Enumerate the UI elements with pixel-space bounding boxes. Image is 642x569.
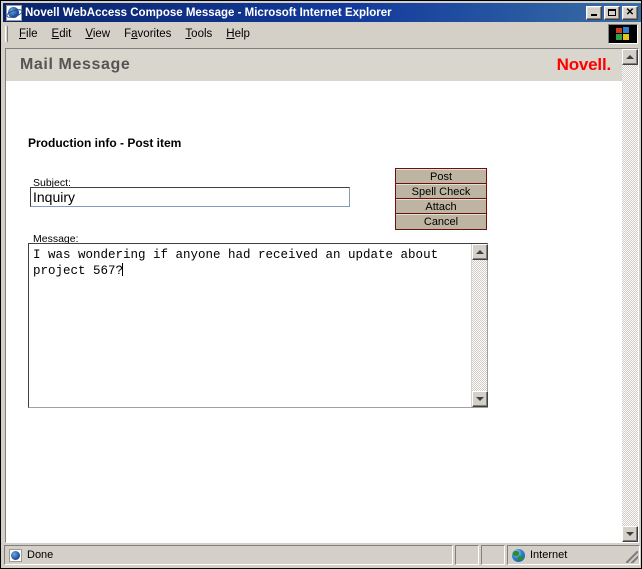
- minimize-button[interactable]: [586, 5, 602, 20]
- menu-bar: File Edit View Favorites Tools Help: [3, 23, 641, 45]
- close-button[interactable]: ✕: [622, 5, 638, 20]
- text-caret: [122, 263, 124, 276]
- title-bar: Novell WebAccess Compose Message - Micro…: [3, 3, 641, 22]
- browser-client-area: Mail Message Novell. Production info - P…: [5, 48, 639, 543]
- menu-item-favorites[interactable]: Favorites: [117, 26, 178, 42]
- action-button-group: Post Spell Check Attach Cancel: [395, 168, 487, 230]
- message-text-value: I was wondering if anyone had received a…: [33, 248, 446, 278]
- security-zone-panel[interactable]: Internet: [507, 545, 640, 565]
- status-panel-spacer-2: [481, 545, 505, 565]
- menu-items: File Edit View Favorites Tools Help: [12, 26, 608, 42]
- novell-logo: Novell.: [556, 55, 612, 74]
- page-title: Mail Message: [20, 56, 131, 73]
- arrow-up-icon: [626, 55, 634, 59]
- ie-logo-icon: [608, 24, 638, 44]
- page-scroll-down-button[interactable]: [622, 526, 638, 542]
- message-text-content[interactable]: I was wondering if anyone had received a…: [29, 244, 471, 407]
- message-textarea[interactable]: I was wondering if anyone had received a…: [28, 243, 488, 408]
- scroll-down-button[interactable]: [472, 391, 488, 407]
- status-text: Done: [27, 549, 54, 561]
- menu-item-view[interactable]: View: [78, 26, 117, 42]
- menu-item-help[interactable]: Help: [219, 26, 257, 42]
- page-scrollbar[interactable]: [622, 49, 638, 542]
- resize-grip[interactable]: [626, 551, 638, 563]
- section-heading: Production info - Post item: [28, 136, 182, 150]
- menu-item-file[interactable]: File: [12, 26, 45, 42]
- status-bar: Done Internet: [4, 545, 640, 565]
- ie-document-icon: [6, 4, 22, 21]
- arrow-up-icon: [476, 250, 484, 254]
- globe-icon: [512, 548, 525, 562]
- web-page: Mail Message Novell. Production info - P…: [6, 49, 623, 542]
- page-header-band: Mail Message Novell.: [6, 49, 623, 82]
- attach-button[interactable]: Attach: [396, 199, 486, 214]
- cancel-button[interactable]: Cancel: [396, 214, 486, 229]
- security-zone-text: Internet: [530, 549, 568, 561]
- spell-check-button[interactable]: Spell Check: [396, 184, 486, 199]
- window-controls: ✕: [586, 5, 639, 20]
- close-icon: ✕: [625, 6, 635, 18]
- arrow-down-icon: [476, 397, 484, 401]
- status-panel: Done: [4, 545, 453, 565]
- window-title: Novell WebAccess Compose Message - Micro…: [25, 6, 392, 19]
- message-scrollbar[interactable]: [471, 244, 488, 407]
- subject-input[interactable]: [30, 187, 350, 207]
- ie-document-icon: [9, 548, 22, 562]
- scroll-up-button[interactable]: [472, 244, 488, 260]
- menu-drag-grip[interactable]: [5, 26, 8, 42]
- arrow-down-icon: [626, 532, 634, 536]
- browser-window: Novell WebAccess Compose Message - Micro…: [0, 0, 642, 569]
- post-button[interactable]: Post: [396, 169, 486, 184]
- maximize-button[interactable]: [604, 5, 620, 20]
- menu-item-tools[interactable]: Tools: [178, 26, 219, 42]
- page-body: Production info - Post item Subject: Mes…: [6, 82, 623, 542]
- status-panel-spacer-1: [455, 545, 479, 565]
- page-scroll-up-button[interactable]: [622, 49, 638, 65]
- menu-item-edit[interactable]: Edit: [45, 26, 79, 42]
